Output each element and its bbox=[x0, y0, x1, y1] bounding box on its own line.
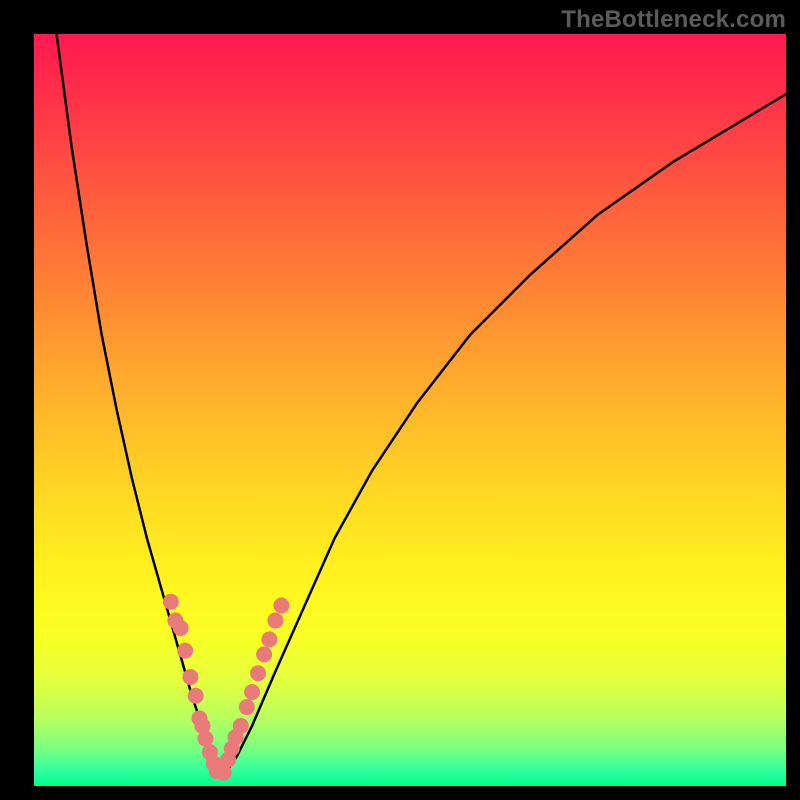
curve-left-branch bbox=[57, 34, 222, 778]
scatter-dot bbox=[256, 646, 272, 662]
series-lines bbox=[57, 34, 786, 778]
scatter-dot bbox=[177, 643, 193, 659]
scatter-dot bbox=[173, 620, 189, 636]
scatter-dot bbox=[273, 598, 289, 614]
watermark-text: TheBottleneck.com bbox=[561, 6, 786, 34]
scatter-dot bbox=[233, 718, 249, 734]
scatter-dot bbox=[197, 731, 213, 747]
scatter-dot bbox=[250, 665, 266, 681]
curve-svg bbox=[34, 34, 786, 786]
plot-area bbox=[34, 34, 786, 786]
scatter-dot bbox=[239, 699, 255, 715]
chart-frame: TheBottleneck.com bbox=[0, 0, 800, 800]
scatter-dot bbox=[267, 613, 283, 629]
scatter-dot bbox=[188, 688, 204, 704]
scatter-dot bbox=[163, 594, 179, 610]
curve-right-branch bbox=[222, 94, 786, 778]
scatter-points bbox=[163, 594, 290, 781]
scatter-dot bbox=[261, 631, 277, 647]
scatter-dot bbox=[244, 684, 260, 700]
scatter-dot bbox=[182, 669, 198, 685]
